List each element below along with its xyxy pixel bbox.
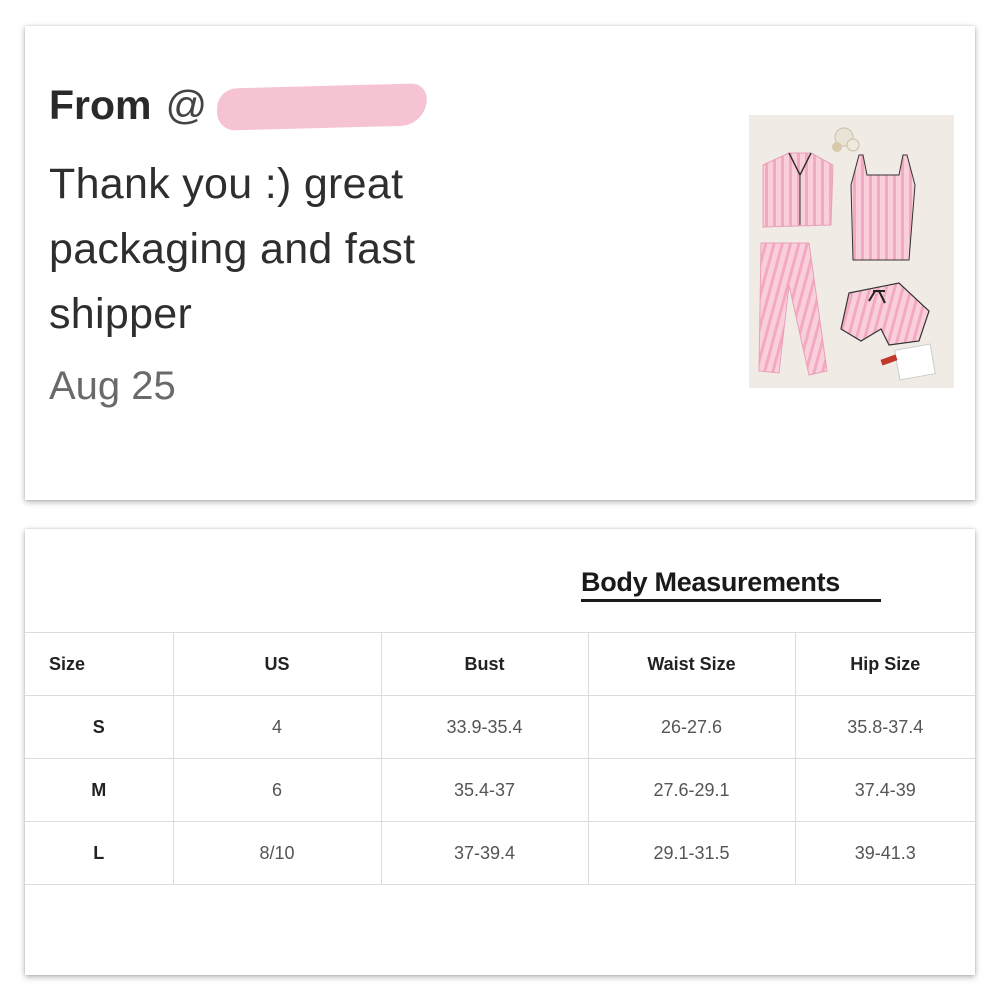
hip-cell: 37.4-39	[794, 758, 975, 822]
bust-cell: 35.4-37	[380, 758, 588, 822]
column-header: Size	[25, 632, 173, 696]
redacted-username	[216, 83, 428, 131]
us-size-cell: 8/10	[172, 821, 381, 885]
column-header: US	[172, 632, 381, 696]
table-row: L 8/10 37-39.4 29.1-31.5 39-41.3	[25, 821, 975, 885]
waist-cell: 26-27.6	[587, 695, 795, 759]
author-handle: @	[165, 82, 208, 128]
size-cell: M	[25, 758, 173, 822]
bust-cell: 37-39.4	[380, 821, 588, 885]
waist-cell: 27.6-29.1	[587, 758, 795, 822]
size-cell: S	[25, 695, 173, 759]
review-message: Thank you :) great packaging and fast sh…	[49, 160, 416, 338]
review-card: From @ Thank you :) great packaging and …	[25, 26, 975, 500]
column-header: Hip Size	[794, 632, 975, 696]
us-size-cell: 6	[172, 758, 381, 822]
column-header: Waist Size	[587, 632, 795, 696]
size-cell: L	[25, 821, 173, 885]
bust-cell: 33.9-35.4	[380, 695, 588, 759]
hip-cell: 39-41.3	[794, 821, 975, 885]
table-header-row: Size US Bust Waist Size Hip Size	[25, 632, 975, 696]
body-measurements-title: Body Measurements	[581, 567, 840, 597]
review-author: From @	[49, 82, 207, 129]
size-chart-card: Body Measurements Size US Bust Waist Siz…	[25, 529, 975, 975]
column-header: Bust	[380, 632, 588, 696]
hip-cell: 35.8-37.4	[794, 695, 975, 759]
title-underline	[581, 599, 881, 602]
product-photo[interactable]	[749, 115, 954, 388]
us-size-cell: 4	[172, 695, 381, 759]
table-row: S 4 33.9-35.4 26-27.6 35.8-37.4	[25, 695, 975, 759]
table-row: M 6 35.4-37 27.6-29.1 37.4-39	[25, 758, 975, 822]
from-label: From	[49, 82, 152, 128]
review-date: Aug 25	[49, 364, 176, 408]
waist-cell: 29.1-31.5	[587, 821, 795, 885]
size-table: Size US Bust Waist Size Hip Size S 4 33.…	[25, 632, 975, 885]
